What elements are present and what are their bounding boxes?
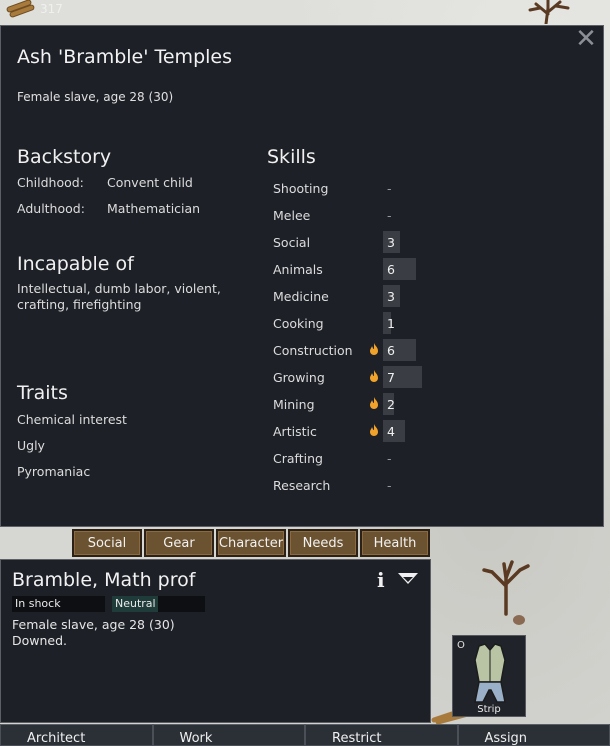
skill-name: Construction xyxy=(273,342,353,358)
skill-row-crafting[interactable]: Crafting - xyxy=(273,446,392,470)
skill-name: Shooting xyxy=(273,180,329,196)
skill-level: 3 xyxy=(387,234,395,250)
adulthood-value: Mathematician xyxy=(107,201,201,216)
passion-flame-icon xyxy=(365,369,383,385)
skill-level-bar: 3 xyxy=(383,285,400,307)
skill-name: Mining xyxy=(273,396,315,412)
strip-button[interactable]: O Strip xyxy=(452,635,526,717)
skill-level-bar: 2 xyxy=(383,393,395,415)
trait-item[interactable]: Chemical interest xyxy=(17,412,127,427)
skill-level: 6 xyxy=(387,261,395,277)
pawn-full-name: Ash 'Bramble' Temples xyxy=(17,46,232,68)
pawn-description: Female slave, age 28 (30) xyxy=(17,90,174,104)
mood-bar: Neutral xyxy=(112,596,205,612)
skill-level: - xyxy=(387,477,392,493)
skill-row-cooking[interactable]: Cooking 1 xyxy=(273,311,395,335)
skill-row-construction[interactable]: Construction 6 xyxy=(273,338,416,362)
backstory-title: Backstory xyxy=(17,146,112,168)
rock[interactable] xyxy=(512,614,526,626)
childhood-label: Childhood: xyxy=(17,175,84,190)
skill-level: 6 xyxy=(387,342,395,358)
wood-icon xyxy=(5,0,36,19)
restrict-button[interactable]: Restrict xyxy=(305,724,458,746)
passion-flame-icon xyxy=(365,396,383,412)
skill-row-shooting[interactable]: Shooting - xyxy=(273,176,392,200)
status-label: In shock xyxy=(15,597,61,610)
skill-level-bar: 6 xyxy=(383,258,416,280)
skill-row-growing[interactable]: Growing 7 xyxy=(273,365,422,389)
tab-social[interactable]: Social xyxy=(72,529,142,557)
passion-flame-icon xyxy=(365,423,383,439)
skill-level: - xyxy=(387,207,392,223)
dead-tree[interactable] xyxy=(478,556,534,616)
incapable-title: Incapable of xyxy=(17,253,134,275)
skill-name: Research xyxy=(273,477,331,493)
trait-item[interactable]: Ugly xyxy=(17,438,45,453)
skill-name: Growing xyxy=(273,369,325,385)
skill-level-bar: 1 xyxy=(383,312,395,334)
pawn-summary: Female slave, age 28 (30) xyxy=(12,617,175,632)
adulthood-row[interactable]: Adulthood: Mathematician xyxy=(17,201,200,216)
pawn-short-name: Bramble, Math prof xyxy=(12,569,196,591)
skill-level: 4 xyxy=(387,423,395,439)
skill-level-bar: 7 xyxy=(383,366,422,388)
skill-level-bar: 4 xyxy=(383,420,405,442)
strip-label: Strip xyxy=(477,704,501,715)
tab-needs[interactable]: Needs xyxy=(288,529,358,557)
skill-name: Animals xyxy=(273,261,323,277)
tab-gear[interactable]: Gear xyxy=(144,529,214,557)
work-button[interactable]: Work xyxy=(152,724,305,746)
skill-name: Cooking xyxy=(273,315,324,331)
trait-item[interactable]: Pyromaniac xyxy=(17,464,90,479)
skill-level: 7 xyxy=(387,369,395,385)
skill-row-social[interactable]: Social 3 xyxy=(273,230,400,254)
skill-row-animals[interactable]: Animals 6 xyxy=(273,257,416,281)
tab-character[interactable]: Character xyxy=(216,529,286,557)
tab-health[interactable]: Health xyxy=(360,529,430,557)
character-card: ✕ Ash 'Bramble' Temples Female slave, ag… xyxy=(0,25,604,527)
clothing-icon xyxy=(474,643,506,703)
traits-title: Traits xyxy=(17,382,68,404)
inspect-pane: Bramble, Math prof i In shock Neutral Fe… xyxy=(0,559,431,723)
skill-row-mining[interactable]: Mining 2 xyxy=(273,392,395,416)
assign-button[interactable]: Assign xyxy=(457,724,610,746)
skill-level-bar: 3 xyxy=(383,231,400,253)
skill-name: Crafting xyxy=(273,450,323,466)
inspect-tabs: Social Gear Character Needs Health xyxy=(72,529,430,557)
pawn-state: Downed. xyxy=(12,633,68,648)
wood-count: 317 xyxy=(40,2,63,16)
skill-name: Melee xyxy=(273,207,311,223)
status-bar: In shock xyxy=(12,596,105,612)
incapable-list: Intellectual, dumb labor, violent, craft… xyxy=(17,281,221,312)
architect-button[interactable]: Architect xyxy=(0,724,153,746)
skill-row-research[interactable]: Research - xyxy=(273,473,392,497)
skill-row-artistic[interactable]: Artistic 4 xyxy=(273,419,405,443)
hotkey-label: O xyxy=(457,640,465,651)
passion-flame-icon xyxy=(365,342,383,358)
mood-label: Neutral xyxy=(115,597,156,610)
adulthood-label: Adulthood: xyxy=(17,201,85,216)
skill-level: 3 xyxy=(387,288,395,304)
childhood-row[interactable]: Childhood: Convent child xyxy=(17,175,193,190)
info-icon[interactable]: i xyxy=(377,568,385,592)
skill-name: Social xyxy=(273,234,311,250)
skill-name: Artistic xyxy=(273,423,317,439)
skill-name: Medicine xyxy=(273,288,329,304)
skill-level: - xyxy=(387,450,392,466)
skill-level: - xyxy=(387,180,392,196)
dead-tree[interactable] xyxy=(518,0,578,24)
skill-level: 2 xyxy=(387,396,395,412)
skill-row-medicine[interactable]: Medicine 3 xyxy=(273,284,400,308)
main-button-bar: Architect Work Restrict Assign xyxy=(0,724,610,746)
resource-readout: 317 xyxy=(5,0,63,19)
close-icon[interactable]: ✕ xyxy=(575,26,597,52)
dropdown-arrow-icon[interactable] xyxy=(397,572,419,586)
skill-level: 1 xyxy=(387,315,395,331)
skill-row-melee[interactable]: Melee - xyxy=(273,203,392,227)
childhood-value: Convent child xyxy=(107,175,193,190)
skills-title: Skills xyxy=(267,146,316,168)
skill-level-bar: 6 xyxy=(383,339,416,361)
